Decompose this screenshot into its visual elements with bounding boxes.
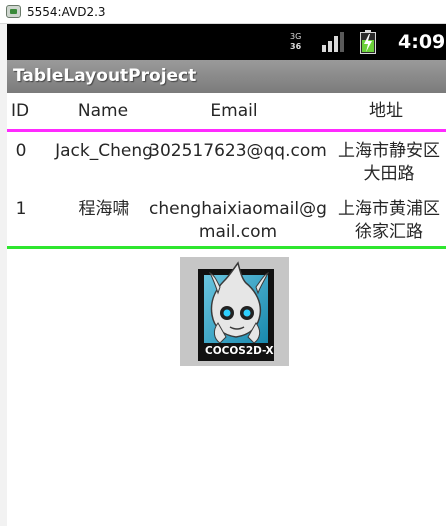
cocos2d-x-logo-icon: COCOS2D-X [180,257,289,366]
cell-id: 0 [15,141,27,161]
status-bar: 3G 36 4:09 [7,24,446,60]
app-title-bar: TableLayoutProject [7,60,446,93]
network-3g-icon: 3G 36 [290,32,302,51]
header-address: 地址 [369,101,403,121]
cell-id: 1 [15,199,27,219]
device-screen: 3G 36 4:09 TableLayoutProject ID Name Em… [7,24,446,526]
header-email: Email [210,101,258,121]
emulator-window-title: 5554:AVD2.3 [27,4,106,19]
status-clock: 4:09 [398,31,446,53]
signal-icon [322,32,344,52]
cell-address: 上海市黄浦区徐家汇路 [338,199,440,242]
footer-divider [7,246,446,249]
emulator-app-icon [6,5,21,18]
cell-email: chenghaixiaomail@gmail.com [149,199,327,242]
emulator-window-title-bar: 5554:AVD2.3 [0,0,446,24]
battery-charging-icon [360,30,376,54]
header-divider [7,129,446,132]
header-id: ID [11,101,30,121]
svg-text:COCOS2D-X: COCOS2D-X [205,345,274,357]
cell-email: 302517623@qq.com [149,141,327,161]
app-title: TableLayoutProject [13,66,197,86]
cell-address: 上海市静安区大田路 [338,141,440,184]
